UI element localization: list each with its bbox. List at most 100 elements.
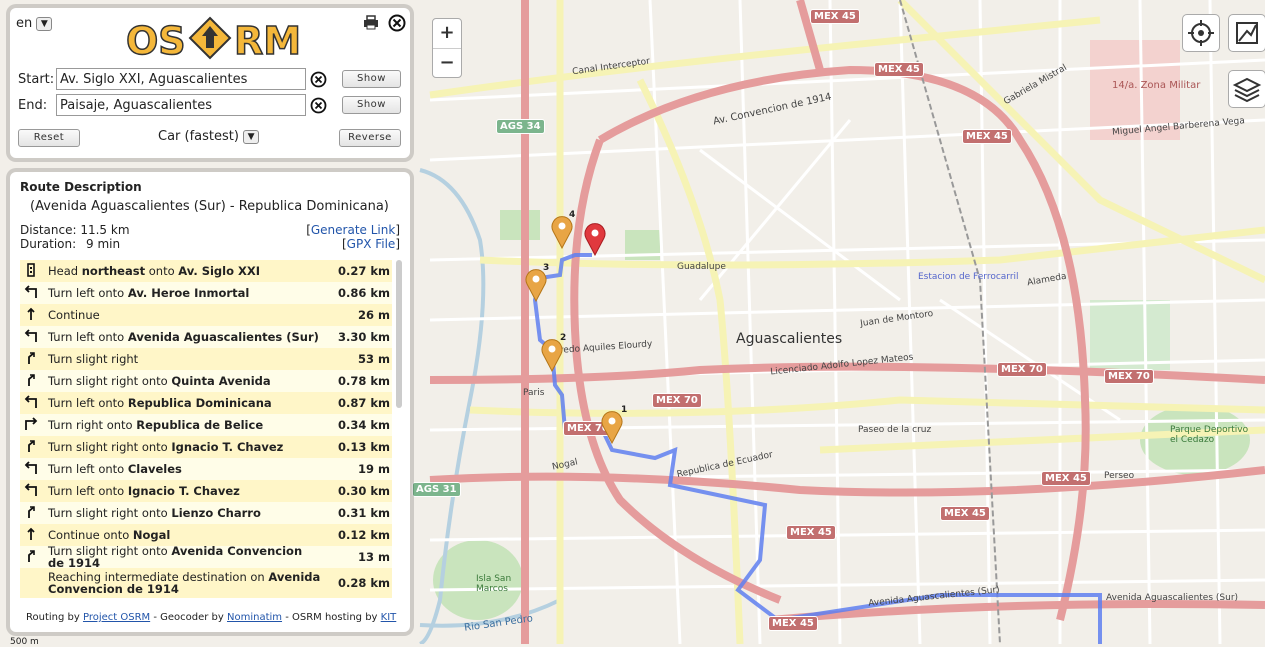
turn-left-icon — [20, 328, 42, 346]
instruction-street: Republica de Belice — [136, 418, 264, 432]
highway-shield: MEX 70 — [1104, 369, 1154, 384]
via-marker-number: 3 — [543, 263, 550, 273]
highway-shield: AGS 31 — [412, 482, 461, 497]
start-label: Start: — [18, 72, 55, 87]
instruction-text: Head northeast onto Av. Siglo XXI — [42, 265, 322, 277]
zoom-in-button[interactable]: + — [433, 19, 461, 49]
instruction-text: Turn left onto Ignacio T. Chavez — [42, 485, 322, 497]
highway-shield: MEX 45 — [768, 616, 818, 631]
zoom-control: + − — [432, 18, 462, 78]
zoom-route-button[interactable] — [1228, 14, 1265, 52]
gpx-file-link[interactable]: [GPX File] — [342, 237, 400, 251]
duration-label: Duration: — [20, 237, 77, 251]
target-marker-icon[interactable] — [584, 222, 606, 256]
mode-select[interactable]: Car (fastest) ▼ — [158, 129, 260, 144]
instruction-row[interactable]: Turn left onto Ignacio T. Chavez 0.30 km — [20, 480, 392, 502]
locate-button[interactable] — [1182, 14, 1220, 52]
instruction-text: Turn slight right onto Quinta Avenida — [42, 375, 322, 387]
instruction-distance: 53 m — [358, 352, 390, 366]
end-input[interactable] — [56, 94, 306, 116]
route-description-panel: Route Description (Avenida Aguascaliente… — [10, 172, 410, 632]
highway-shield: MEX 45 — [1041, 471, 1091, 486]
instruction-prefix: Turn left onto — [48, 396, 128, 410]
scale-label: 500 m — [10, 637, 39, 647]
instruction-distance: 19 m — [358, 462, 390, 476]
instruction-row[interactable]: Continue 26 m — [20, 304, 392, 326]
instruction-distance: 0.78 km — [337, 374, 390, 388]
instruction-row[interactable]: Turn right onto Republica de Belice 0.34 … — [20, 414, 392, 436]
show-end-button[interactable]: Show — [342, 96, 401, 114]
instruction-distance: 0.86 km — [337, 286, 390, 300]
instruction-distance: 0.31 km — [337, 506, 390, 520]
instruction-prefix: Turn left onto — [48, 462, 128, 476]
instruction-street: Republica Dominicana — [127, 396, 272, 410]
highway-shield: MEX 45 — [810, 9, 860, 24]
instruction-row[interactable]: Turn left onto Republica Dominicana 0.87 … — [20, 392, 392, 414]
instruction-street: Avenida Aguascalientes (Sur) — [127, 330, 319, 344]
via-marker-icon[interactable] — [525, 268, 547, 302]
instruction-row[interactable]: Reaching intermediate destination on Ave… — [20, 568, 392, 598]
nominatim-link[interactable]: Nominatim — [227, 612, 282, 623]
clear-start-icon[interactable] — [310, 71, 327, 88]
map-street-label: Isla San Marcos — [476, 574, 512, 594]
instruction-row[interactable]: Turn slight right onto Quinta Avenida 0.7… — [20, 370, 392, 392]
via-marker-icon[interactable] — [601, 410, 623, 444]
instruction-row[interactable]: Turn left onto Claveles 19 m — [20, 458, 392, 480]
instruction-row[interactable]: Turn slight right 53 m — [20, 348, 392, 370]
instruction-text: Turn right onto Republica de Belice — [42, 419, 322, 431]
turn-left-icon — [20, 482, 42, 500]
via-marker-icon[interactable] — [551, 215, 573, 249]
city-label: Aguascalientes — [736, 331, 843, 347]
project-osrm-link[interactable]: Project OSRM — [83, 612, 150, 623]
distance-label: Distance: — [20, 223, 77, 237]
highway-shield: MEX 70 — [997, 362, 1047, 377]
credits-text: - OSRM hosting by — [282, 612, 381, 623]
reset-button[interactable]: Reset — [18, 129, 80, 147]
slight-right-icon — [20, 505, 42, 522]
instruction-row[interactable]: Turn slight right onto Avenida Convencio… — [20, 545, 392, 569]
straight-icon — [20, 307, 42, 324]
kit-link[interactable]: KIT — [381, 612, 397, 623]
instruction-text: Continue — [42, 309, 322, 321]
language-select[interactable]: en ▼ — [16, 16, 53, 31]
close-icon[interactable] — [388, 14, 406, 32]
show-start-button[interactable]: Show — [342, 70, 401, 88]
instruction-distance: 0.34 km — [337, 418, 390, 432]
instruction-row[interactable]: Turn slight right onto Lienzo Charro 0.31… — [20, 502, 392, 524]
highway-shield: MEX 70 — [652, 393, 702, 408]
instruction-text: Turn left onto Avenida Aguascalientes (S… — [42, 331, 322, 343]
distance-row: Distance: 11.5 km — [20, 223, 130, 237]
instruction-scrollbar[interactable] — [396, 260, 402, 408]
generate-link-text[interactable]: Generate Link — [311, 223, 395, 237]
reverse-button[interactable]: Reverse — [339, 129, 401, 147]
turn-left-icon — [20, 284, 42, 302]
instruction-row[interactable]: Turn slight right onto Ignacio T. Chavez… — [20, 436, 392, 458]
highway-shield: MEX 45 — [786, 525, 836, 540]
zoom-out-button[interactable]: − — [433, 49, 461, 79]
map-street-label: 14/a. Zona Militar — [1112, 80, 1201, 91]
instruction-distance: 3.30 km — [337, 330, 390, 344]
layers-button[interactable] — [1228, 70, 1265, 108]
instruction-prefix: Turn left onto — [48, 330, 128, 344]
instruction-street: Av. Siglo XXI — [178, 264, 261, 278]
instruction-row[interactable]: Head northeast onto Av. Siglo XXI 0.27 km — [20, 260, 392, 282]
generate-link[interactable]: [Generate Link] — [306, 223, 400, 237]
instruction-prefix: Turn slight right — [48, 352, 139, 366]
slight-right-icon — [20, 439, 42, 456]
highway-shield: MEX 45 — [874, 62, 924, 77]
instruction-list[interactable]: Head northeast onto Av. Siglo XXI 0.27 km… — [20, 260, 392, 602]
via-marker-icon[interactable] — [541, 338, 563, 372]
instruction-row[interactable]: Continue onto Nogal 0.12 km — [20, 524, 392, 546]
clear-end-icon[interactable] — [310, 97, 327, 114]
instruction-text: Reaching intermediate destination on Ave… — [42, 571, 322, 595]
instruction-street: Claveles — [127, 462, 182, 476]
start-icon — [20, 262, 42, 280]
via-marker-number: 2 — [560, 333, 567, 343]
chevron-down-icon: ▼ — [243, 129, 260, 144]
slight-right-icon — [20, 373, 42, 390]
instruction-row[interactable]: Turn left onto Avenida Aguascalientes (S… — [20, 326, 392, 348]
printer-icon[interactable] — [362, 14, 380, 32]
gpx-file-text[interactable]: GPX File — [347, 237, 396, 251]
start-input[interactable] — [56, 68, 306, 90]
instruction-row[interactable]: Turn left onto Av. Heroe Inmortal 0.86 km — [20, 282, 392, 304]
